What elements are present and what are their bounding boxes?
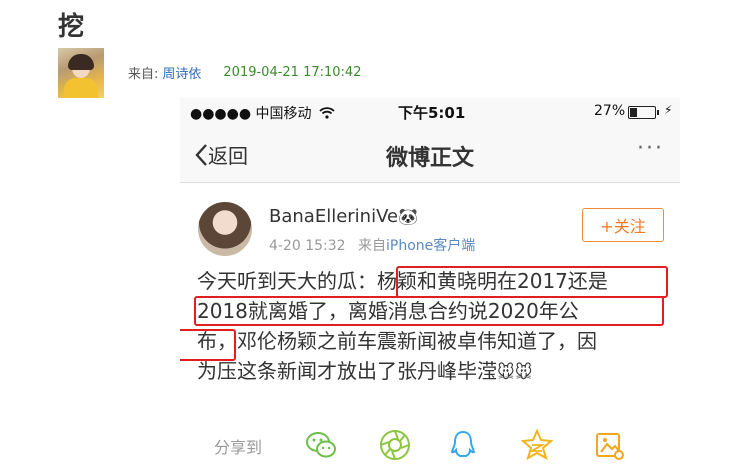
poster-avatar[interactable]: [198, 202, 252, 256]
moments-icon[interactable]: [378, 428, 412, 462]
more-options-button[interactable]: ···: [637, 136, 664, 161]
share-bar: 分享到: [180, 424, 680, 476]
author-name-link[interactable]: 周诗依: [162, 63, 201, 82]
post-line: 布，邓伦杨颖之前车震新闻被卓伟知道了，因: [197, 329, 597, 353]
embedded-phone-screenshot: ●●●●● 中国移动 下午5:01 27% ⚡ 返回 微博正文 ··· Bana…: [180, 98, 680, 476]
highlight-box: [180, 329, 236, 361]
minnie-emoji-icon: 🐭: [497, 363, 515, 383]
post-source-meta: 4-20 15:32 来自iPhone客户端: [269, 235, 475, 255]
battery-icon: [628, 106, 659, 119]
follow-button[interactable]: +关注: [582, 208, 664, 242]
qzone-icon[interactable]: [520, 428, 554, 462]
post-line: 为压这条新闻才放出了张丹峰毕滢🐭🐭: [197, 359, 533, 383]
status-clock: 下午5:01: [398, 104, 466, 122]
nav-bar: 返回 微博正文 ···: [180, 126, 680, 183]
carrier-label: ●●●●● 中国移动: [190, 103, 335, 123]
post-title: 挖: [58, 12, 85, 42]
from-label: 来自:: [128, 67, 159, 82]
weibo-post-date: 4-20 15:32: [269, 238, 346, 254]
minnie-emoji-icon: 🐭: [514, 363, 533, 383]
share-label: 分享到: [214, 438, 263, 457]
battery-percent: 27%: [594, 103, 626, 119]
qq-icon[interactable]: [446, 428, 480, 462]
post-meta: 来自: 周诗依 2019-04-21 17:10:42: [128, 63, 361, 82]
poster-username[interactable]: BanaElleriniVe🐼: [269, 206, 418, 227]
highlight-box: [194, 296, 664, 326]
wifi-icon: [319, 107, 335, 119]
source-client-link[interactable]: iPhone客户端: [386, 238, 475, 254]
post-timestamp: 2019-04-21 17:10:42: [223, 65, 362, 80]
highlight-box: [396, 266, 668, 298]
sina-photo-icon[interactable]: [592, 428, 626, 462]
panda-emoji-icon: 🐼: [398, 207, 418, 226]
status-bar: ●●●●● 中国移动 下午5:01 27% ⚡: [180, 98, 680, 126]
source-prefix: 来自: [358, 238, 387, 254]
author-avatar[interactable]: [58, 48, 104, 98]
nav-title: 微博正文: [385, 146, 474, 171]
charging-bolt-icon: ⚡: [664, 103, 673, 117]
wechat-icon[interactable]: [304, 428, 338, 462]
